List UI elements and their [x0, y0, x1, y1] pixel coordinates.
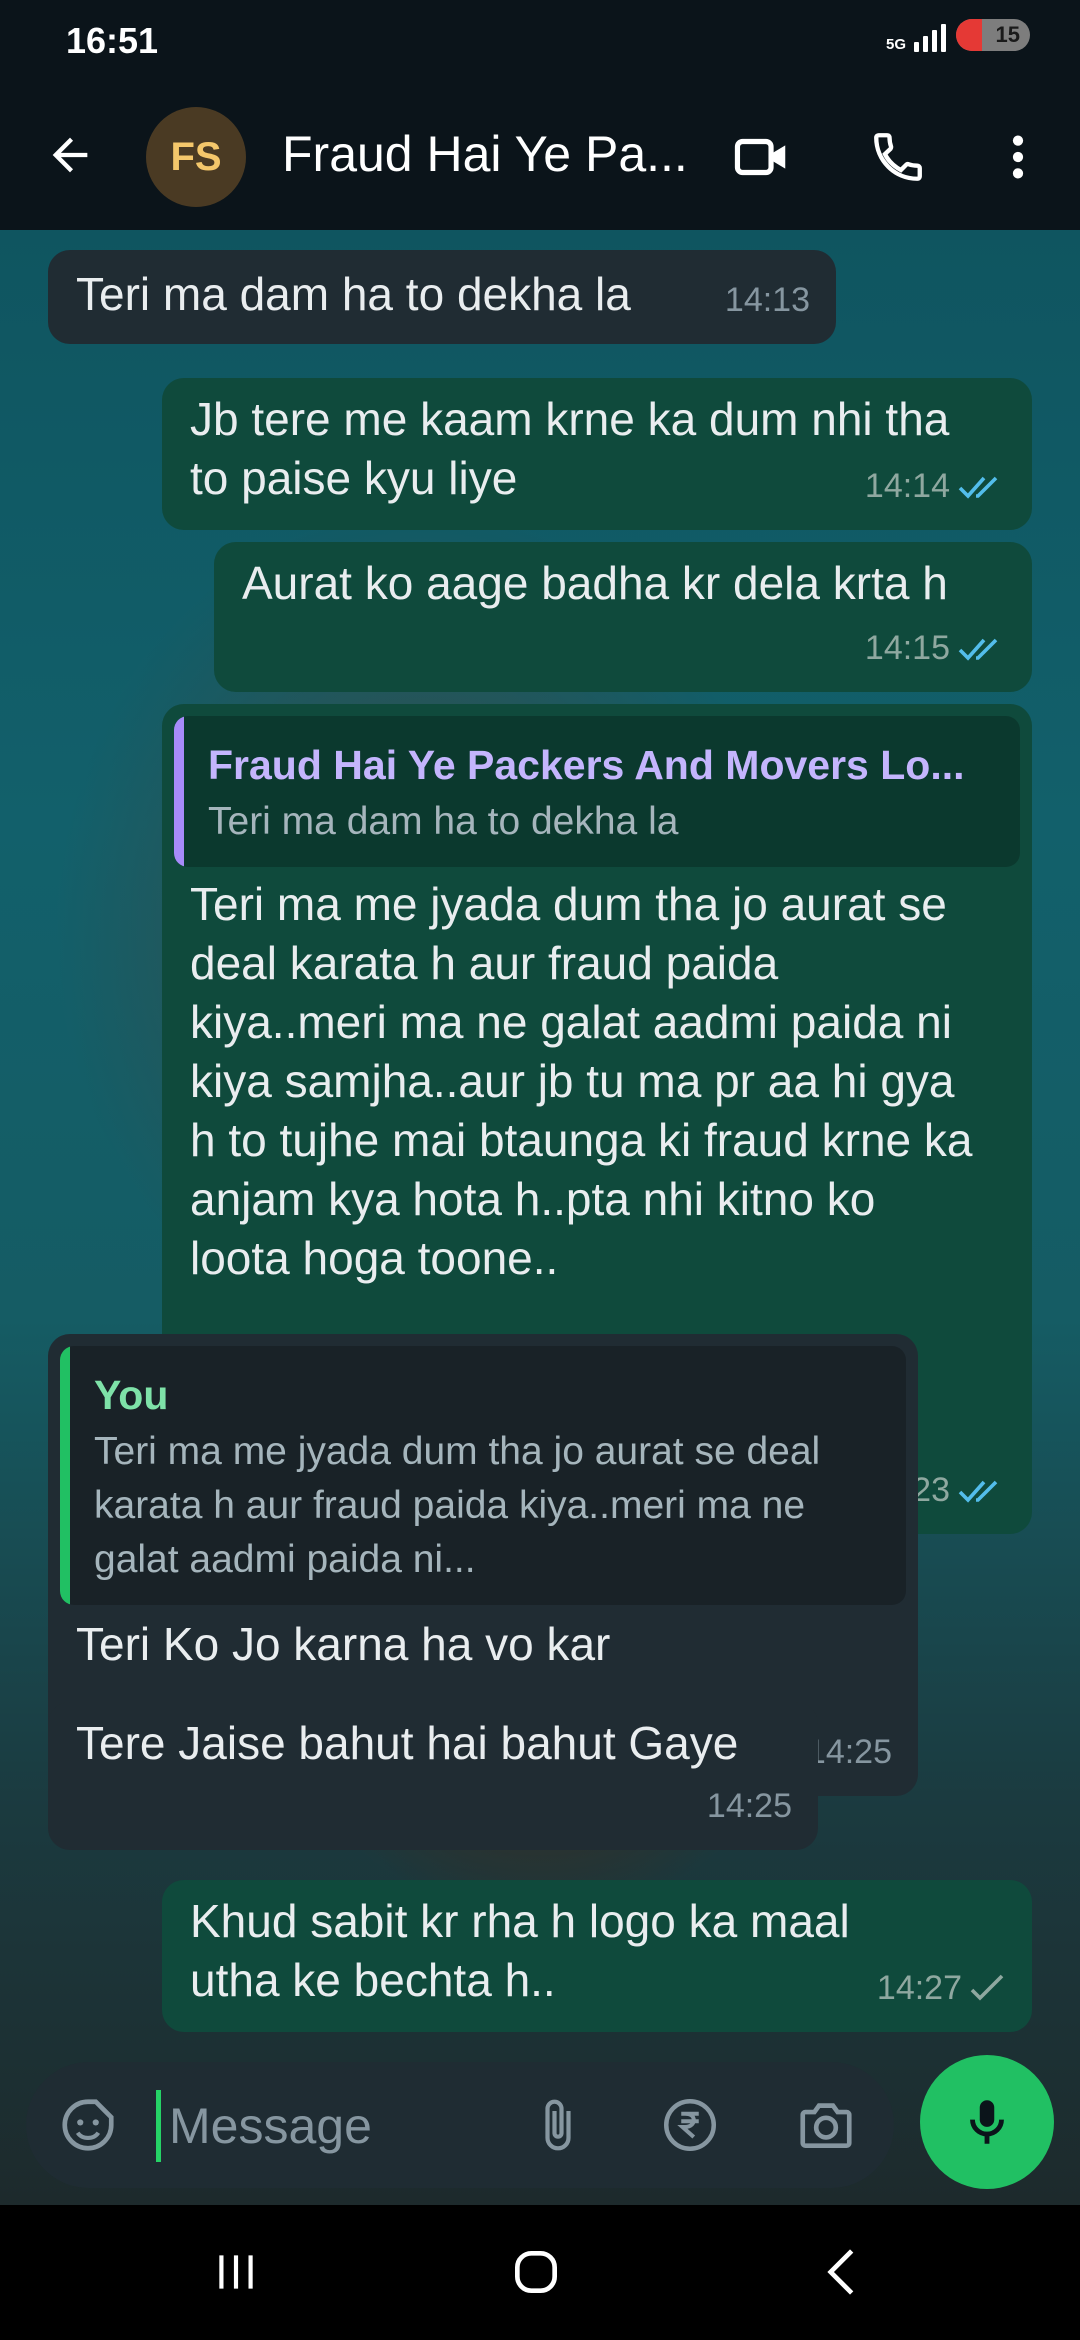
- video-call-icon[interactable]: [730, 125, 794, 189]
- voice-call-icon[interactable]: [866, 125, 930, 189]
- message-text: Teri ma me jyada dum tha jo aurat se dea…: [190, 878, 973, 1284]
- message-bubble-outgoing[interactable]: Jb tere me kaam krne ka dum nhi tha to p…: [162, 378, 1032, 530]
- rupee-payment-icon[interactable]: [658, 2093, 722, 2157]
- message-text: Teri Ko Jo karna ha vo kar: [76, 1618, 611, 1670]
- message-meta: 14:27: [877, 1959, 1006, 2018]
- network-label: 5G: [885, 36, 906, 53]
- camera-icon[interactable]: [794, 2093, 858, 2157]
- message-meta: 14:15: [865, 619, 1006, 678]
- message-meta: 14:25: [707, 1777, 792, 1836]
- read-ticks-icon: [958, 1480, 998, 1503]
- message-bubble-incoming[interactable]: Teri ma dam ha to dekha la 14:13: [48, 250, 836, 344]
- message-text: Khud sabit kr rha h logo ka maal utha ke…: [190, 1895, 850, 2006]
- back-arrow-icon[interactable]: [40, 125, 100, 185]
- sent-tick-icon: [970, 1974, 1004, 2001]
- message-meta: 14:13: [725, 271, 810, 330]
- message-text: Jb tere me kaam krne ka dum nhi tha to p…: [190, 393, 950, 504]
- quote-author: You: [94, 1372, 169, 1418]
- microphone-button[interactable]: [920, 2055, 1054, 2189]
- home-icon[interactable]: [496, 2237, 576, 2307]
- recent-apps-icon[interactable]: [196, 2237, 276, 2307]
- message-bubble-outgoing[interactable]: Aurat ko aage badha kr dela krta h 14:15: [214, 542, 1032, 692]
- chat-area[interactable]: Teri ma dam ha to dekha la 14:13 Jb tere…: [0, 230, 1080, 2205]
- message-time: 14:25: [706, 1787, 792, 1825]
- message-time: 14:14: [864, 467, 950, 505]
- message-meta: 14:25: [807, 1723, 892, 1782]
- message-bubble-outgoing[interactable]: Khud sabit kr rha h logo ka maal utha ke…: [162, 1880, 1032, 2032]
- battery-icon: 15: [956, 19, 1030, 51]
- avatar[interactable]: FS: [146, 107, 246, 207]
- message-text: Tere Jaise bahut hai bahut Gaye: [76, 1717, 739, 1769]
- signal-icon: 5G: [886, 18, 946, 52]
- back-nav-icon[interactable]: [800, 2237, 880, 2307]
- battery-level: 15: [995, 22, 1020, 47]
- message-text: Aurat ko aage badha kr dela krta h: [242, 557, 948, 609]
- contact-name[interactable]: Fraud Hai Ye Pa...: [282, 125, 702, 183]
- quote-author: Fraud Hai Ye Packers And Movers Lo...: [208, 742, 965, 788]
- message-time: 14:25: [806, 1733, 892, 1771]
- message-time: 14:13: [724, 281, 810, 319]
- quote-text: Teri ma me jyada dum tha jo aurat se dea…: [94, 1430, 821, 1581]
- message-time: 14:15: [864, 629, 950, 667]
- read-ticks-icon: [958, 476, 998, 499]
- sticker-icon[interactable]: [56, 2093, 120, 2157]
- status-bar: 16:51 5G 15: [0, 0, 1080, 80]
- message-text: Teri ma dam ha to dekha la: [76, 268, 631, 320]
- microphone-icon: [970, 2100, 1004, 2144]
- attachment-icon[interactable]: [526, 2093, 590, 2157]
- message-bubble-incoming[interactable]: Tere Jaise bahut hai bahut Gaye 14:25: [48, 1702, 818, 1850]
- message-input[interactable]: [156, 2090, 551, 2162]
- more-options-icon[interactable]: [986, 125, 1050, 189]
- status-time: 16:51: [66, 20, 159, 61]
- quoted-message[interactable]: You Teri ma me jyada dum tha jo aurat se…: [60, 1346, 906, 1605]
- message-time: 14:27: [876, 1969, 962, 2007]
- message-meta: 14:14: [865, 457, 1006, 516]
- avatar-initials: FS: [170, 134, 222, 179]
- quoted-message[interactable]: Fraud Hai Ye Packers And Movers Lo... Te…: [174, 716, 1020, 867]
- quote-text: Teri ma dam ha to dekha la: [208, 800, 679, 843]
- read-ticks-icon: [958, 638, 998, 661]
- chat-header: FS Fraud Hai Ye Pa...: [0, 80, 1080, 230]
- status-icons: 5G 15: [886, 18, 1030, 52]
- message-composer: [26, 2062, 894, 2188]
- system-nav-bar: [0, 2205, 1080, 2340]
